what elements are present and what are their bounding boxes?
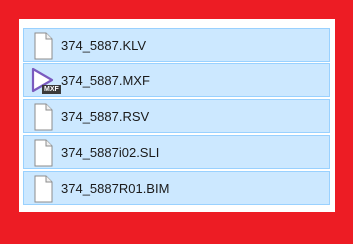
document-icon [30, 175, 56, 203]
file-list: 374_5887.KLV MXF 374_5887.MXF 374_5887.R… [19, 19, 335, 212]
file-row-mxf[interactable]: MXF 374_5887.MXF [23, 63, 330, 97]
file-row-klv[interactable]: 374_5887.KLV [23, 28, 330, 62]
file-name: 374_5887.RSV [61, 109, 150, 124]
file-name: 374_5887.MXF [61, 73, 150, 88]
file-row-bim[interactable]: 374_5887R01.BIM [23, 171, 330, 205]
document-icon [30, 139, 56, 167]
document-icon [30, 32, 56, 60]
video-play-icon: MXF [30, 67, 61, 95]
file-row-rsv[interactable]: 374_5887.RSV [23, 99, 330, 133]
file-type-badge: MXF [42, 85, 61, 94]
file-panel: 374_5887.KLV MXF 374_5887.MXF 374_5887.R… [19, 19, 335, 212]
file-name: 374_5887.KLV [61, 38, 147, 53]
file-row-sli[interactable]: 374_5887i02.SLI [23, 135, 330, 169]
file-name: 374_5887i02.SLI [61, 145, 160, 160]
file-name: 374_5887R01.BIM [61, 181, 170, 196]
document-icon [30, 103, 56, 131]
